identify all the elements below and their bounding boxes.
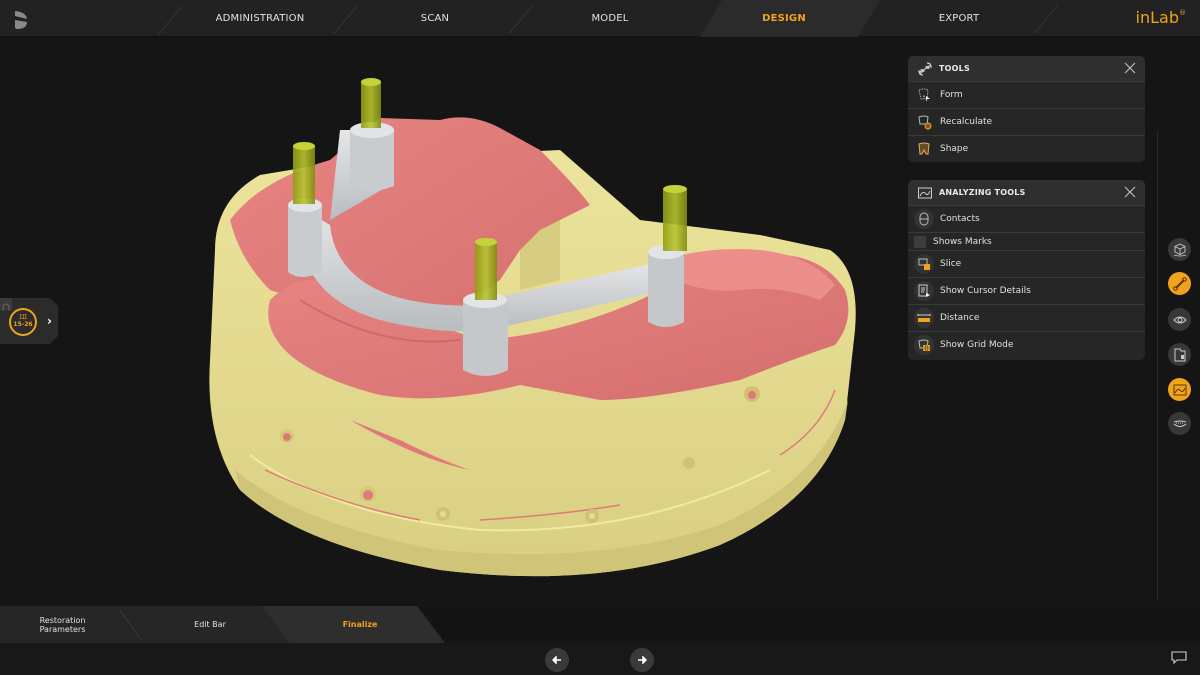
tab-design[interactable]: DESIGN <box>710 0 858 37</box>
folder-icon <box>1174 348 1185 361</box>
tools-panel-header: TOOLS <box>908 56 1145 81</box>
cube-icon <box>1173 242 1186 256</box>
analyzing-panel-title: ANALYZING TOOLS <box>939 188 1026 197</box>
tooth-shape-icon <box>914 139 934 159</box>
analyze-icon <box>1173 384 1186 395</box>
eye-icon <box>1172 316 1187 323</box>
tools-panel-title: TOOLS <box>939 64 970 73</box>
analyzing-panel-header: ANALYZING TOOLS <box>908 180 1145 205</box>
arrow-left-icon <box>552 656 561 664</box>
close-icon[interactable] <box>1124 186 1136 198</box>
shows-marks-checkbox[interactable]: Shows Marks <box>908 232 1145 250</box>
dentsply-logo-icon[interactable] <box>13 10 29 30</box>
nav-divider <box>508 6 533 34</box>
tool-cursor-details-label: Show Cursor Details <box>940 286 1031 296</box>
wrench-icon <box>1172 276 1187 291</box>
tool-grid-mode[interactable]: Show Grid Mode <box>908 331 1145 358</box>
next-button[interactable] <box>630 648 654 672</box>
contacts-icon <box>914 209 934 229</box>
step-label-line1: Restoration <box>39 615 86 625</box>
tool-shape[interactable]: Shape <box>908 135 1145 162</box>
step-label: Restoration Parameters <box>40 616 86 634</box>
tool-form[interactable]: Form <box>908 81 1145 108</box>
step-label-line2: Parameters <box>39 624 86 634</box>
shows-marks-label: Shows Marks <box>933 236 992 247</box>
lock-icon <box>0 298 12 311</box>
close-icon[interactable] <box>1124 62 1136 74</box>
tool-distance[interactable]: Distance <box>908 304 1145 331</box>
analyze-icon <box>918 187 932 198</box>
tooth-range-badge[interactable]: ⵊⵊⵊ 15-26 <box>9 308 37 336</box>
jaw-view-button[interactable] <box>1168 412 1191 435</box>
nav-divider <box>1033 6 1058 34</box>
brand-registered: ® <box>1179 9 1186 17</box>
tool-shape-label: Shape <box>940 144 969 154</box>
tooth-range-label: 15-26 <box>13 321 33 328</box>
distance-icon <box>914 308 934 328</box>
tooth-form-icon <box>914 85 934 105</box>
grid-mode-icon <box>914 335 934 355</box>
recalculate-icon <box>914 112 934 132</box>
footer-bar <box>0 643 1200 675</box>
tool-contacts-label: Contacts <box>940 214 980 224</box>
tool-slice-label: Slice <box>940 259 962 269</box>
slice-icon <box>914 254 934 274</box>
brand-name: inLab <box>1135 8 1179 27</box>
jaw-icon <box>1173 420 1186 427</box>
brand-logo: inLab® <box>1136 8 1186 27</box>
tool-recalculate-label: Recalculate <box>940 117 993 127</box>
tools-button[interactable] <box>1168 272 1191 295</box>
nav-divider <box>158 6 183 34</box>
tools-panel: TOOLS Form Recalculate Shape <box>908 56 1145 162</box>
tool-distance-label: Distance <box>940 313 980 323</box>
tool-cursor-details[interactable]: Show Cursor Details <box>908 277 1145 304</box>
tool-slice[interactable]: Slice <box>908 250 1145 277</box>
tool-grid-mode-label: Show Grid Mode <box>940 340 1014 350</box>
analyzing-tools-panel: ANALYZING TOOLS Contacts Shows Marks Sli… <box>908 180 1145 360</box>
step-edit-bar[interactable]: Edit Bar <box>145 606 275 643</box>
cursor-details-icon <box>914 281 934 301</box>
tab-administration[interactable]: ADMINISTRATION <box>185 0 335 37</box>
objects-button[interactable] <box>1168 343 1191 366</box>
chat-icon[interactable] <box>1171 651 1187 665</box>
tab-model[interactable]: MODEL <box>535 0 685 37</box>
tab-export[interactable]: EXPORT <box>885 0 1033 37</box>
step-restoration-parameters[interactable]: Restoration Parameters <box>0 606 125 643</box>
top-nav: ADMINISTRATION SCAN MODEL DESIGN EXPORT … <box>0 0 1200 37</box>
view-3d-button[interactable] <box>1168 238 1191 261</box>
nav-divider <box>333 6 358 34</box>
tool-recalculate[interactable]: Recalculate <box>908 108 1145 135</box>
step-finalize[interactable]: Finalize <box>290 606 430 643</box>
visibility-button[interactable] <box>1168 308 1191 331</box>
wrench-icon <box>918 61 932 76</box>
tool-contacts[interactable]: Contacts <box>908 205 1145 232</box>
right-toolbar-divider <box>1157 130 1158 600</box>
arrow-right-icon <box>638 656 647 664</box>
analyzing-tools-button[interactable] <box>1168 378 1191 401</box>
workflow-steps: Restoration Parameters Edit Bar Finalize <box>0 606 445 643</box>
tab-scan[interactable]: SCAN <box>360 0 510 37</box>
checkbox[interactable] <box>914 235 926 248</box>
chevron-right-icon[interactable]: › <box>47 314 52 328</box>
tool-form-label: Form <box>940 90 963 100</box>
back-button[interactable] <box>545 648 569 672</box>
